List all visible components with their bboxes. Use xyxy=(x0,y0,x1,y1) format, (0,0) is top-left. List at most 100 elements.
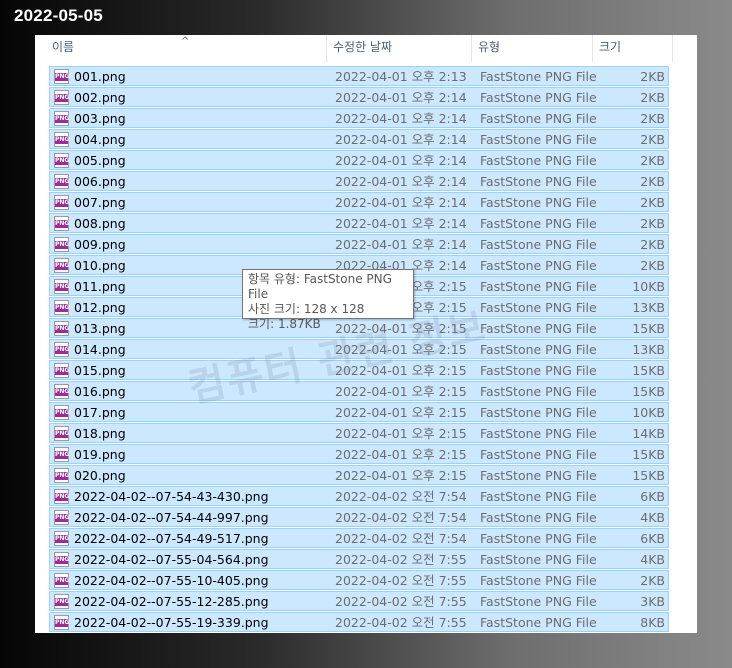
file-row[interactable]: PNG 020.png 2022-04-01 오후 2:15 FastStone PN… xyxy=(49,465,669,485)
png-file-icon: PNG xyxy=(54,615,69,630)
file-name: 003.png xyxy=(74,111,126,126)
file-date: 2022-04-01 오후 2:15 xyxy=(335,363,467,378)
file-name: 019.png xyxy=(74,447,126,462)
png-file-icon: PNG xyxy=(54,279,69,294)
file-date: 2022-04-02 오전 7:54 xyxy=(335,531,467,546)
png-file-icon: PNG xyxy=(54,90,69,105)
file-size: 2KB xyxy=(640,195,665,210)
file-name: 2022-04-02--07-55-04-564.png xyxy=(74,552,269,567)
file-date: 2022-04-02 오전 7:54 xyxy=(335,489,467,504)
file-name: 020.png xyxy=(74,468,126,483)
file-row[interactable]: PNG 017.png 2022-04-01 오후 2:15 FastStone PN… xyxy=(49,402,669,422)
png-icon-label: PNG xyxy=(55,556,70,564)
file-row[interactable]: PNG 002.png 2022-04-01 오후 2:14 FastStone PN… xyxy=(49,87,669,107)
png-icon-label: PNG xyxy=(55,178,70,186)
file-name: 009.png xyxy=(74,237,126,252)
png-icon-label: PNG xyxy=(55,451,70,459)
file-row[interactable]: PNG 2022-04-02--07-55-04-564.png 2022-04-0… xyxy=(49,549,669,569)
file-date: 2022-04-01 오후 2:15 xyxy=(335,342,467,357)
png-icon-label: PNG xyxy=(55,409,70,417)
file-name: 011.png xyxy=(74,279,126,294)
file-row[interactable]: PNG 015.png 2022-04-01 오후 2:15 FastStone PN… xyxy=(49,360,669,380)
png-icon-label: PNG xyxy=(55,367,70,375)
file-size: 2KB xyxy=(640,111,665,126)
file-row[interactable]: PNG 006.png 2022-04-01 오후 2:14 FastStone PN… xyxy=(49,171,669,191)
file-name: 2022-04-02--07-54-49-517.png xyxy=(74,531,269,546)
png-file-icon: PNG xyxy=(54,363,69,378)
png-icon-label: PNG xyxy=(55,388,70,396)
png-icon-label: PNG xyxy=(55,493,70,501)
file-date: 2022-04-02 오전 7:55 xyxy=(335,552,467,567)
file-row[interactable]: PNG 2022-04-02--07-55-10-405.png 2022-04-0… xyxy=(49,570,669,590)
column-header-date[interactable]: 수정한 날짜 xyxy=(327,35,472,62)
file-row[interactable]: PNG 008.png 2022-04-01 오후 2:14 FastStone PN… xyxy=(49,213,669,233)
file-size: 10KB xyxy=(632,405,665,420)
column-header-size-label: 크기 xyxy=(599,40,622,54)
png-icon-label: PNG xyxy=(55,241,70,249)
file-date: 2022-04-01 오후 2:14 xyxy=(335,195,467,210)
png-file-icon: PNG xyxy=(54,258,69,273)
file-row[interactable]: PNG 2022-04-02--07-55-19-339.png 2022-04-0… xyxy=(49,612,669,632)
file-size: 8KB xyxy=(640,615,665,630)
png-icon-label: PNG xyxy=(55,115,70,123)
png-file-icon: PNG xyxy=(54,321,69,336)
file-row[interactable]: PNG 014.png 2022-04-01 오후 2:15 FastStone PN… xyxy=(49,339,669,359)
file-size: 2KB xyxy=(640,174,665,189)
file-type: FastStone PNG File xyxy=(480,468,597,483)
png-icon-label: PNG xyxy=(55,346,70,354)
file-date: 2022-04-01 오후 2:14 xyxy=(335,153,467,168)
file-row[interactable]: PNG 004.png 2022-04-01 오후 2:14 FastStone PN… xyxy=(49,129,669,149)
file-row[interactable]: PNG 2022-04-02--07-54-44-997.png 2022-04-0… xyxy=(49,507,669,527)
file-type: FastStone PNG File xyxy=(480,132,597,147)
page-title: 2022-05-05 xyxy=(14,6,103,25)
png-file-icon: PNG xyxy=(54,594,69,609)
file-row[interactable]: PNG 2022-04-02--07-55-12-285.png 2022-04-0… xyxy=(49,591,669,611)
file-size: 2KB xyxy=(640,258,665,273)
file-row[interactable]: PNG 2022-04-02--07-54-43-430.png 2022-04-0… xyxy=(49,486,669,506)
file-name: 001.png xyxy=(74,69,126,84)
png-icon-label: PNG xyxy=(55,220,70,228)
file-date: 2022-04-02 오전 7:55 xyxy=(335,573,467,588)
file-name: 018.png xyxy=(74,426,126,441)
column-header-type[interactable]: 유형 xyxy=(472,35,593,62)
file-name: 2022-04-02--07-55-19-339.png xyxy=(74,615,269,630)
file-type: FastStone PNG File xyxy=(480,258,597,273)
png-icon-label: PNG xyxy=(55,94,70,102)
png-icon-label: PNG xyxy=(55,577,70,585)
png-file-icon: PNG xyxy=(54,132,69,147)
png-file-icon: PNG xyxy=(54,489,69,504)
tooltip-image-size: 사진 크기: 128 x 128 xyxy=(248,302,365,316)
file-name: 005.png xyxy=(74,153,126,168)
png-file-icon: PNG xyxy=(54,426,69,441)
file-row[interactable]: PNG 019.png 2022-04-01 오후 2:15 FastStone PN… xyxy=(49,444,669,464)
file-row[interactable]: PNG 018.png 2022-04-01 오후 2:15 FastStone PN… xyxy=(49,423,669,443)
file-size: 2KB xyxy=(640,237,665,252)
file-row[interactable]: PNG 009.png 2022-04-01 오후 2:14 FastStone PN… xyxy=(49,234,669,254)
file-type: FastStone PNG File xyxy=(480,111,597,126)
file-name: 2022-04-02--07-54-43-430.png xyxy=(74,489,269,504)
file-name: 2022-04-02--07-54-44-997.png xyxy=(74,510,269,525)
sort-ascending-icon: ^ xyxy=(181,36,190,47)
file-type: FastStone PNG File xyxy=(480,363,597,378)
file-row[interactable]: PNG 005.png 2022-04-01 오후 2:14 FastStone PN… xyxy=(49,150,669,170)
column-header-size[interactable]: 크기 xyxy=(593,35,673,62)
png-icon-label: PNG xyxy=(55,199,70,207)
file-name: 008.png xyxy=(74,216,126,231)
file-date: 2022-04-02 오전 7:55 xyxy=(335,594,467,609)
file-type: FastStone PNG File xyxy=(480,594,597,609)
tooltip-item-type: 항목 유형: FastStone PNG File xyxy=(248,272,392,301)
file-row[interactable]: PNG 2022-04-02--07-54-49-517.png 2022-04-0… xyxy=(49,528,669,548)
file-explorer-list: 이름 ^ 수정한 날짜 유형 크기 PNG 001.png 2022-04-01 오… xyxy=(35,35,697,633)
file-date: 2022-04-01 오후 2:14 xyxy=(335,90,467,105)
file-row[interactable]: PNG 003.png 2022-04-01 오후 2:14 FastStone PN… xyxy=(49,108,669,128)
file-date: 2022-04-01 오후 2:14 xyxy=(335,174,467,189)
file-row[interactable]: PNG 016.png 2022-04-01 오후 2:15 FastStone PN… xyxy=(49,381,669,401)
png-file-icon: PNG xyxy=(54,174,69,189)
file-row[interactable]: PNG 001.png 2022-04-01 오후 2:13 FastStone PN… xyxy=(49,66,669,86)
file-date: 2022-04-01 오후 2:15 xyxy=(335,384,467,399)
file-size: 6KB xyxy=(640,489,665,504)
file-type: FastStone PNG File xyxy=(480,279,597,294)
column-header-name[interactable]: 이름 ^ xyxy=(35,35,327,62)
png-file-icon: PNG xyxy=(54,531,69,546)
file-row[interactable]: PNG 007.png 2022-04-01 오후 2:14 FastStone PN… xyxy=(49,192,669,212)
